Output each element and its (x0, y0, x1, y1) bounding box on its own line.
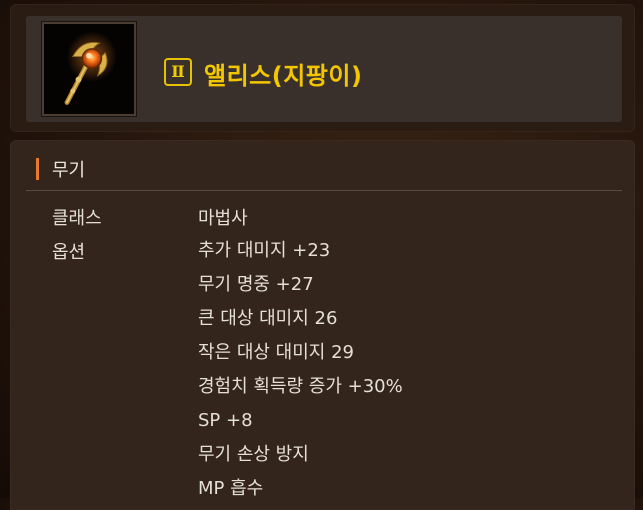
class-label: 클래스 (52, 208, 102, 229)
options-list: 추가 대미지 +23 무기 명중 +27 큰 대상 대미지 26 작은 대상 대… (198, 238, 403, 510)
magic-staff-icon (42, 22, 136, 116)
option-item: SP +8 (198, 410, 253, 431)
option-item: 무기 손상 방지 (198, 444, 309, 465)
option-item: MP 흡수 (198, 478, 264, 499)
option-item: 추가 대미지 +23 (198, 240, 331, 261)
options-label: 옵션 (52, 242, 86, 263)
class-value: 마법사 (198, 208, 248, 229)
option-item: 작은 대상 대미지 29 (198, 342, 354, 363)
item-grade-badge: Ⅱ (164, 58, 192, 86)
option-item: 경험치 획득량 증가 +30% (198, 376, 403, 397)
option-item: 큰 대상 대미지 26 (198, 308, 338, 329)
item-name: 앨리스(지팡이) (204, 62, 363, 90)
category-accent-bar (36, 158, 39, 180)
category-title: 무기 (52, 160, 86, 181)
section-divider (26, 190, 622, 191)
option-item: 무기 명중 +27 (198, 274, 314, 295)
